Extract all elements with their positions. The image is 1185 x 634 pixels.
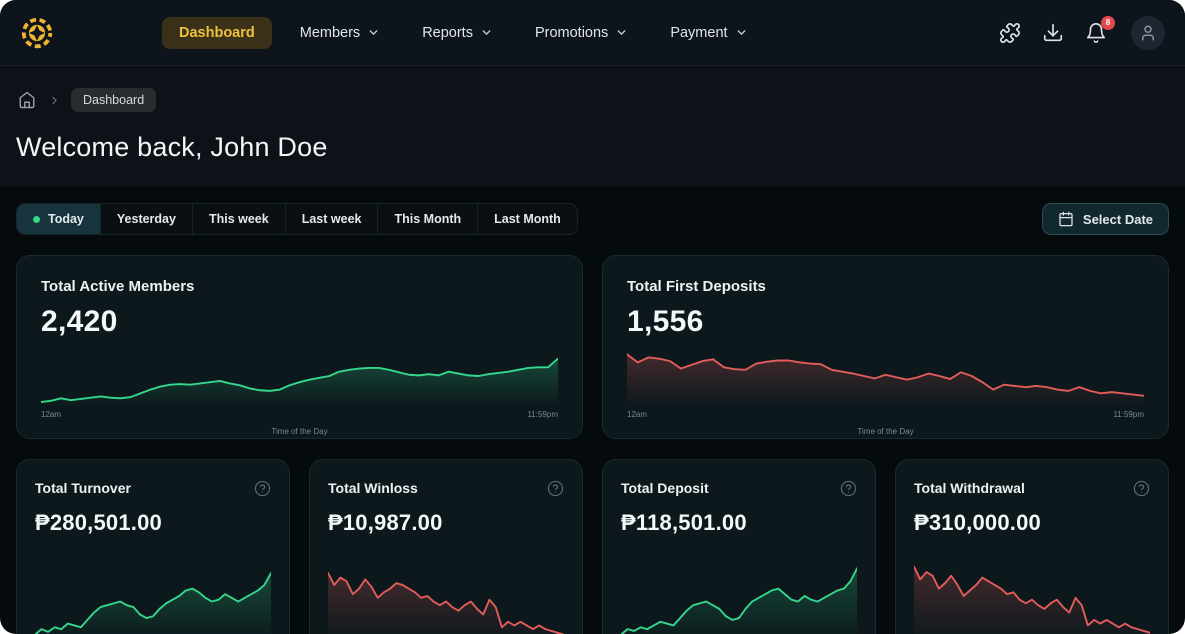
chevron-down-icon [735,26,748,39]
page-header: Dashboard Welcome back, John Doe [0,66,1185,187]
puzzle-icon [999,22,1021,44]
home-icon [18,91,36,109]
card-title: Total First Deposits [627,278,1144,295]
axis-end-label: 11:59pm [1113,410,1144,419]
card-value: ₱10,987.00 [328,510,564,536]
download-button[interactable] [1041,21,1065,45]
first-deposits-chart [627,345,1144,407]
nav-item-promotions[interactable]: Promotions [521,17,642,49]
chart-x-axis: 12am 11:59pm [41,410,558,419]
tab-yesterday[interactable]: Yesterday [101,204,193,234]
tab-last-week[interactable]: Last week [286,204,379,234]
app-window: Dashboard Members Reports Promotions Pay… [0,0,1185,634]
chevron-down-icon [615,26,628,39]
main-content: Today Yesterday This week Last week This… [0,203,1185,634]
tab-today[interactable]: Today [17,204,101,234]
axis-title: Time of the Day [857,427,913,436]
card-total-winloss: Total Winloss ₱10,987.00 [309,459,583,634]
chevron-down-icon [367,26,380,39]
nav-item-label: Members [300,25,360,41]
turnover-chart [35,550,271,634]
active-members-chart [41,345,558,407]
nav-item-payment[interactable]: Payment [656,17,761,49]
tab-label: Last week [302,212,362,226]
tab-this-month[interactable]: This Month [378,204,478,234]
axis-end-label: 11:59pm [527,410,558,419]
help-icon[interactable] [254,480,271,497]
withdrawal-chart [914,550,1150,634]
breadcrumb: Dashboard [16,88,1169,112]
notifications-button[interactable]: 8 [1084,21,1108,45]
card-title: Total Winloss [328,480,418,496]
nav-actions: 8 [998,16,1165,50]
chart-x-axis: 12am 11:59pm [627,410,1144,419]
card-total-active-members: Total Active Members 2,420 12am 11:59pm … [16,255,583,439]
deposit-chart [621,550,857,634]
card-title: Total Deposit [621,480,709,496]
nav-item-dashboard[interactable]: Dashboard [162,17,272,49]
breadcrumb-home[interactable] [16,89,38,111]
tab-label: This week [209,212,269,226]
card-value: 2,420 [41,305,558,339]
nav-item-members[interactable]: Members [286,17,394,49]
user-avatar[interactable] [1131,16,1165,50]
help-icon[interactable] [1133,480,1150,497]
date-range-tabs: Today Yesterday This week Last week This… [16,203,578,235]
chevron-right-icon [48,94,61,107]
card-total-first-deposits: Total First Deposits 1,556 12am 11:59pm … [602,255,1169,439]
card-title: Total Turnover [35,480,131,496]
breadcrumb-current[interactable]: Dashboard [71,88,156,112]
chevron-down-icon [480,26,493,39]
select-date-button[interactable]: Select Date [1042,203,1169,235]
nav-item-label: Promotions [535,25,608,41]
nav-item-label: Reports [422,25,473,41]
kpi-cards-row: Total Active Members 2,420 12am 11:59pm … [16,255,1169,439]
help-icon[interactable] [840,480,857,497]
axis-title: Time of the Day [271,427,327,436]
top-navigation-bar: Dashboard Members Reports Promotions Pay… [0,0,1185,66]
nav-menu: Dashboard Members Reports Promotions Pay… [162,17,762,49]
card-total-deposit: Total Deposit ₱118,501.00 [602,459,876,634]
nav-item-label: Dashboard [179,25,255,41]
download-icon [1042,22,1064,44]
card-total-withdrawal: Total Withdrawal ₱310,000.00 [895,459,1169,634]
card-total-turnover: Total Turnover ₱280,501.00 [16,459,290,634]
nav-item-label: Payment [670,25,727,41]
calendar-icon [1058,211,1074,227]
card-value: 1,556 [627,305,1144,339]
tab-last-month[interactable]: Last Month [478,204,577,234]
filter-row: Today Yesterday This week Last week This… [16,203,1169,235]
brand-logo-icon[interactable] [20,16,54,50]
user-icon [1139,24,1157,42]
tab-label: Last Month [494,212,561,226]
nav-item-reports[interactable]: Reports [408,17,507,49]
card-value: ₱310,000.00 [914,510,1150,536]
card-value: ₱280,501.00 [35,510,271,536]
card-title: Total Active Members [41,278,558,295]
tab-label: Today [48,212,84,226]
tab-this-week[interactable]: This week [193,204,286,234]
notification-badge: 8 [1101,16,1115,30]
stat-cards-row: Total Turnover ₱280,501.00 Total Winloss… [16,459,1169,634]
axis-start-label: 12am [41,410,61,419]
axis-start-label: 12am [627,410,647,419]
tab-label: This Month [394,212,461,226]
extensions-button[interactable] [998,21,1022,45]
active-dot [33,216,40,223]
select-date-label: Select Date [1083,212,1153,227]
help-icon[interactable] [547,480,564,497]
page-title: Welcome back, John Doe [16,132,1169,163]
tab-label: Yesterday [117,212,176,226]
winloss-chart [328,550,564,634]
card-value: ₱118,501.00 [621,510,857,536]
card-title: Total Withdrawal [914,480,1025,496]
